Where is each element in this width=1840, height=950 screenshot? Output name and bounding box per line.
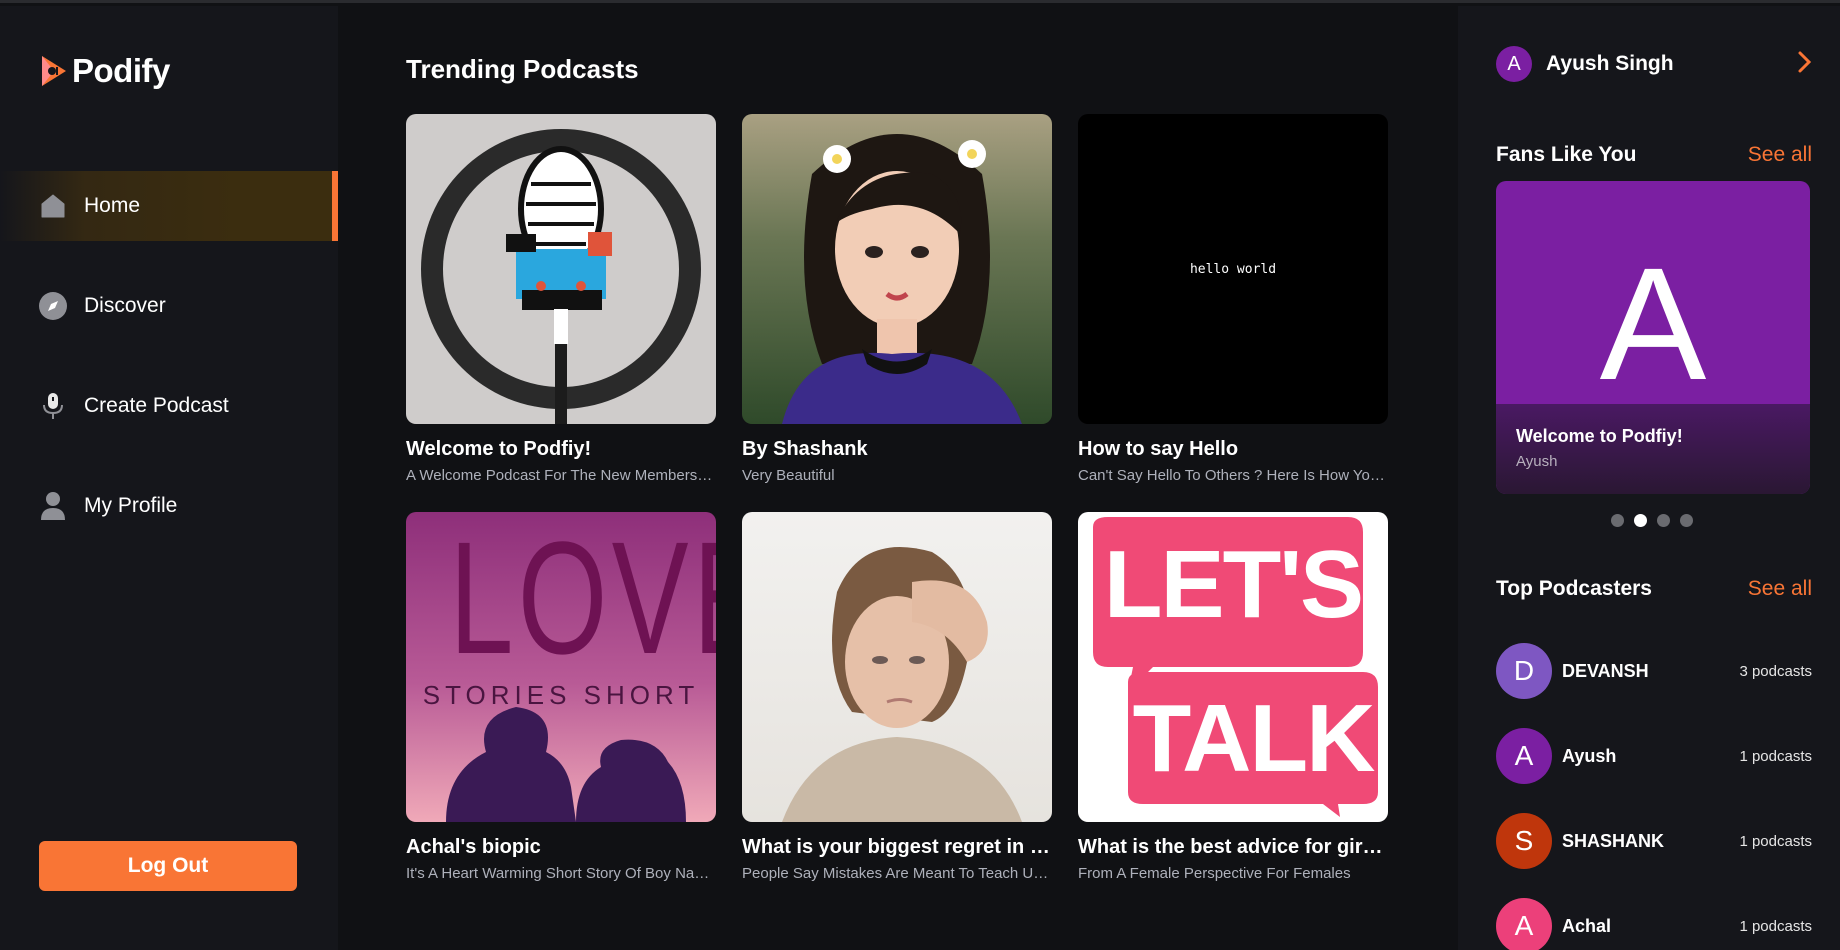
section-title-fans: Fans Like You — [1496, 143, 1637, 166]
podcast-thumbnail-lets-talk: LET'S TALK — [1078, 512, 1388, 822]
user-icon — [38, 491, 68, 521]
podcaster-row[interactable]: A Achal 1 podcasts — [1496, 898, 1812, 950]
fan-card-title: Welcome to Podfiy! — [1516, 426, 1683, 446]
main-content: Trending Podcasts Welcome to Podfiy! A W… — [338, 6, 1458, 950]
podcaster-row[interactable]: D DEVANSH 3 podcasts — [1496, 643, 1812, 699]
fan-card-author: Ayush — [1516, 453, 1558, 470]
podcast-card[interactable]: By Shashank Very Beautiful — [742, 114, 1052, 484]
nav-label-discover: Discover — [84, 294, 166, 317]
compass-icon — [38, 291, 68, 321]
app-name: Podify — [72, 52, 170, 89]
section-title-top-podcasters: Top Podcasters — [1496, 577, 1652, 600]
nav-label-create-podcast: Create Podcast — [84, 394, 229, 417]
podcast-description: People Say Mistakes Are Meant To Teach U… — [742, 865, 1052, 882]
fan-card-initial: A — [1599, 234, 1707, 413]
nav-item-discover[interactable]: Discover — [0, 271, 338, 341]
podcast-title: What is the best advice for girls? — [1078, 836, 1388, 858]
carousel-dots — [1611, 514, 1693, 527]
podcast-description: Can't Say Hello To Others ? Here Is How … — [1078, 467, 1388, 484]
podcast-count: 1 podcasts — [1739, 832, 1812, 850]
avatar: A — [1496, 898, 1552, 950]
fan-podcast-card[interactable]: A Welcome to Podfiy! Ayush — [1496, 181, 1810, 494]
right-sidebar: A Ayush Singh Fans Like You See all A We… — [1458, 6, 1840, 950]
microphone-icon — [38, 391, 68, 421]
podcast-thumbnail-love-stories: LOVE STORIES SHORT — [406, 512, 716, 822]
nav-label-home: Home — [84, 194, 141, 217]
thumbnail-subheading: TALK — [1132, 685, 1376, 792]
podcast-title: By Shashank — [742, 438, 868, 460]
left-sidebar: Podify Home Discover Create Podcast My P… — [0, 6, 338, 950]
podcast-title: How to say Hello — [1078, 438, 1239, 460]
podcast-description: It's A Heart Warming Short Story Of Boy … — [406, 865, 716, 882]
nav-item-create-podcast[interactable]: Create Podcast — [0, 371, 338, 441]
main-navigation: Home Discover Create Podcast My Profile — [0, 171, 338, 571]
podcaster-name: DEVANSH — [1562, 660, 1649, 681]
avatar: A — [1496, 46, 1532, 82]
podcast-count: 1 podcasts — [1739, 917, 1812, 935]
avatar: D — [1496, 643, 1552, 699]
podcast-title: Welcome to Podfiy! — [406, 438, 592, 460]
podcaster-name: SHASHANK — [1562, 830, 1665, 851]
top-podcasters-header: Top Podcasters See all — [1496, 577, 1812, 601]
podcast-thumbnail-portrait — [742, 114, 1052, 424]
avatar: S — [1496, 813, 1552, 869]
nav-label-my-profile: My Profile — [84, 494, 178, 517]
thumbnail-heading: LET'S — [1103, 531, 1364, 638]
podcast-count: 1 podcasts — [1739, 747, 1812, 765]
podcast-card[interactable]: LET'S TALK What is the best advice for g… — [1078, 512, 1388, 882]
podcaster-name: Ayush — [1562, 745, 1617, 766]
carousel-dot-active[interactable] — [1634, 514, 1647, 527]
see-all-podcasters-link[interactable]: See all — [1748, 577, 1812, 601]
podcast-thumbnail-woman — [742, 512, 1052, 822]
logout-button[interactable]: Log Out — [39, 841, 297, 891]
user-name: Ayush Singh — [1546, 52, 1674, 75]
podcaster-name: Achal — [1562, 915, 1612, 936]
podcast-card[interactable]: LOVE STORIES SHORT Achal's biopic It's A… — [406, 512, 716, 882]
carousel-dot[interactable] — [1680, 514, 1693, 527]
podcast-description: From A Female Perspective For Females — [1078, 865, 1351, 882]
section-title-trending: Trending Podcasts — [406, 54, 639, 84]
podcast-count: 3 podcasts — [1739, 662, 1812, 680]
thumbnail-caption: hello world — [1189, 261, 1277, 277]
podcast-description: A Welcome Podcast For The New Members Of… — [406, 467, 716, 484]
carousel-dot[interactable] — [1611, 514, 1624, 527]
podcaster-row[interactable]: S SHASHANK 1 podcasts — [1496, 813, 1812, 869]
podcast-title: What is your biggest regret in life? — [742, 836, 1052, 858]
fans-like-you-header: Fans Like You See all — [1496, 143, 1812, 167]
podcast-title: Achal's biopic — [406, 836, 541, 858]
podcast-card[interactable]: What is your biggest regret in life? Peo… — [742, 512, 1052, 882]
podcaster-row[interactable]: A Ayush 1 podcasts — [1496, 728, 1812, 784]
fan-card-info: Welcome to Podfiy! Ayush — [1496, 404, 1810, 494]
home-icon — [38, 191, 68, 221]
podcast-description: Very Beautiful — [742, 467, 835, 484]
chevron-right-icon[interactable] — [1796, 50, 1812, 79]
avatar: A — [1496, 728, 1552, 784]
nav-item-home[interactable]: Home — [0, 171, 338, 241]
nav-item-my-profile[interactable]: My Profile — [0, 471, 338, 541]
current-user[interactable]: A Ayush Singh — [1496, 44, 1812, 84]
see-all-fans-link[interactable]: See all — [1748, 143, 1812, 167]
carousel-dot[interactable] — [1657, 514, 1670, 527]
podcast-card[interactable]: Welcome to Podfiy! A Welcome Podcast For… — [406, 114, 716, 484]
podcast-card[interactable]: hello world How to say Hello Can't Say H… — [1078, 114, 1388, 484]
podcast-thumbnail-hello-world: hello world — [1078, 114, 1388, 424]
podcast-thumbnail-microphone — [406, 114, 716, 424]
app-logo[interactable]: Podify — [38, 52, 170, 90]
podify-logo-icon — [38, 54, 70, 88]
